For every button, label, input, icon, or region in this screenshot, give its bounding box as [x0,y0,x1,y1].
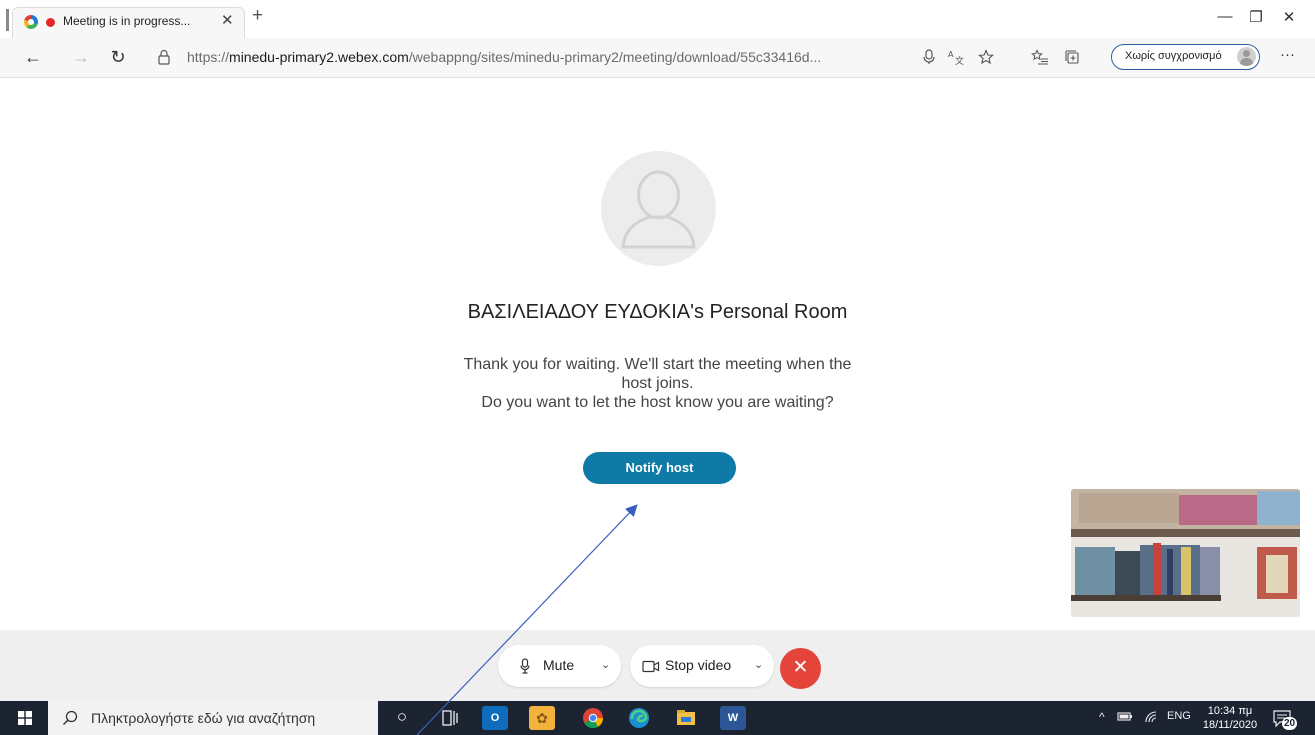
browser-tab-strip: Meeting is in progress... ✕ + — ❐ ✕ [0,0,1315,38]
forward-button[interactable]: → [70,47,92,67]
tab-close-icon[interactable]: ✕ [221,11,234,29]
windows-start-icon[interactable] [18,711,32,725]
webex-favicon-icon [24,15,38,29]
browser-toolbar: ← → ↻ https://minedu-primary2.webex.com/… [0,38,1315,78]
profile-sync-label: Χωρίς συγχρονισμό [1125,50,1222,62]
stop-video-label: Stop video [665,657,732,673]
lock-icon[interactable] [158,49,170,65]
refresh-button[interactable]: ↻ [107,47,129,67]
microphone-icon [520,658,530,674]
battery-icon[interactable] [1117,710,1133,722]
clock-date: 18/11/2020 [1202,719,1258,731]
minimize-button[interactable]: — [1215,8,1235,25]
windows-taskbar: Πληκτρολογήστε εδώ για αναζήτηση ○ O ✿ W… [0,701,1315,735]
video-camera-icon [642,660,660,673]
svg-text:A: A [948,50,954,59]
edge-app-icon[interactable] [626,706,652,730]
leave-meeting-button[interactable]: ✕ [780,648,821,689]
user-silhouette-icon [621,170,696,249]
profile-avatar-icon [1237,47,1256,66]
url-domain: minedu-primary2.webex.com [229,49,409,65]
waiting-message-line-2: host joins. [621,375,694,392]
task-view-icon[interactable] [437,706,463,730]
search-icon [63,710,78,725]
outlook-app-icon[interactable]: O [482,706,508,730]
microphone-icon[interactable] [920,49,938,65]
svg-text:文: 文 [955,55,964,65]
meeting-control-bar: Mute ⌄ Stop video ⌄ ✕ [0,630,1315,701]
mute-options-chevron-icon[interactable]: ⌄ [601,658,610,671]
favorites-list-icon[interactable] [1031,49,1049,65]
mute-label: Mute [543,657,575,673]
word-app-icon[interactable]: W [720,706,746,730]
language-indicator[interactable]: ENG [1167,710,1191,722]
restore-button[interactable]: ❐ [1246,8,1266,26]
browser-menu-button[interactable]: ··· [1280,46,1295,63]
cortana-icon[interactable]: ○ [389,706,415,730]
tab-title: Meeting is in progress... [63,14,191,28]
waiting-message-line-3: Do you want to let the host know you are… [481,394,834,411]
recording-dot-icon [46,18,55,27]
stop-video-button[interactable]: Stop video ⌄ [630,645,774,687]
chrome-app-icon[interactable] [580,706,606,730]
video-options-chevron-icon[interactable]: ⌄ [754,658,763,671]
new-tab-button[interactable]: + [252,6,263,26]
host-avatar [601,151,716,266]
tray-overflow-chevron-icon[interactable]: ^ [1099,710,1105,724]
photos-app-icon[interactable]: ✿ [529,706,555,730]
waiting-message: Thank you for waiting. We'll start the m… [405,355,910,412]
room-title: ΒΑΣΙΛΕΙΑΔΟΥ ΕΥΔΟΚΙΑ's Personal Room [467,301,848,323]
favorite-star-icon[interactable] [977,49,995,65]
url-scheme: https:// [187,49,230,65]
address-bar-url[interactable]: https://minedu-primary2.webex.com/webapp… [187,49,821,65]
tab-strip-edge [6,9,9,31]
browser-tab-meeting[interactable]: Meeting is in progress... ✕ [12,7,245,38]
file-explorer-icon[interactable] [673,706,699,730]
notify-host-button[interactable]: Notify host [583,452,736,484]
waiting-message-line-1: Thank you for waiting. We'll start the m… [463,356,852,373]
window-close-button[interactable]: ✕ [1279,8,1299,26]
collections-icon[interactable] [1063,49,1081,65]
taskbar-search-box[interactable]: Πληκτρολογήστε εδώ για αναζήτηση [48,701,378,735]
taskbar-search-placeholder: Πληκτρολογήστε εδώ για αναζήτηση [91,710,316,726]
notification-count-badge: 20 [1282,717,1297,730]
back-button[interactable]: ← [22,47,44,67]
camera-feed-image [1071,489,1300,617]
mute-button[interactable]: Mute ⌄ [498,645,621,687]
self-video-preview[interactable] [1071,489,1300,617]
translate-icon[interactable]: A 文 [948,49,966,65]
clock-time: 10:34 πμ [1207,705,1253,717]
url-path: /webappng/sites/minedu-primary2/meeting/… [408,49,822,65]
profile-sync-button[interactable]: Χωρίς συγχρονισμό [1111,44,1260,70]
wifi-icon[interactable] [1144,710,1160,724]
taskbar-clock[interactable]: 10:34 πμ 18/11/2020 [1200,704,1260,732]
